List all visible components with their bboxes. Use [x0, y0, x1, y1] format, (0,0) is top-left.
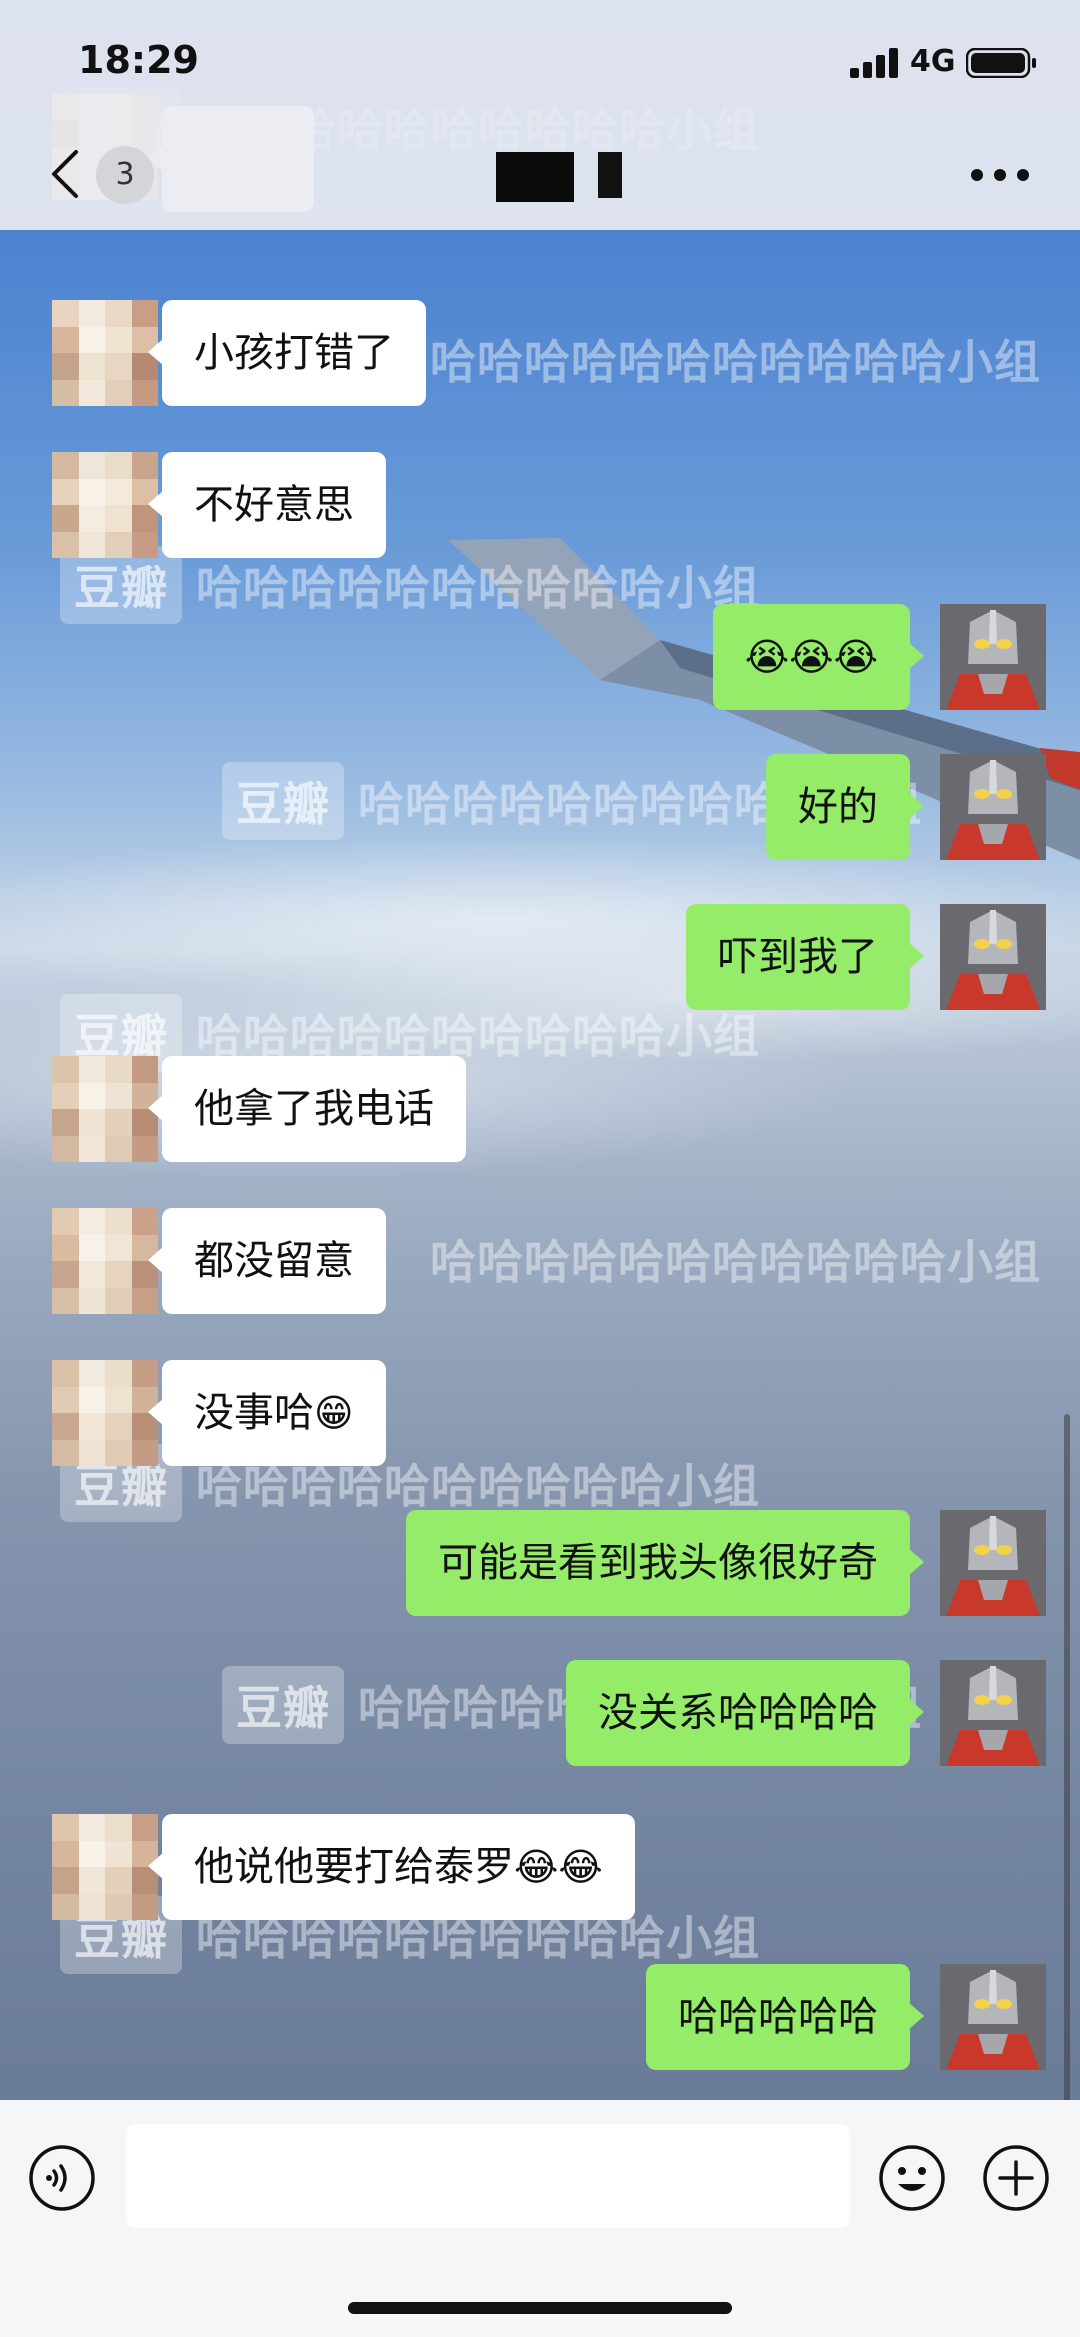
ultraman-avatar-icon — [940, 1660, 1046, 1766]
message-text: 吓到我了 — [718, 934, 878, 980]
message-bubble[interactable]: 没事哈😁 — [148, 1360, 386, 1466]
signal-icon — [850, 48, 898, 78]
contact-avatar[interactable] — [52, 1360, 158, 1466]
message-bubble[interactable]: 不好意思 — [148, 452, 386, 558]
contact-avatar[interactable] — [52, 1208, 158, 1314]
message-text: 小孩打错了 — [194, 330, 394, 376]
message-bubble[interactable]: 吓到我了 — [686, 904, 924, 1010]
my-avatar[interactable] — [940, 604, 1046, 710]
status-bar: 18:29 4G — [0, 0, 1080, 120]
ultraman-avatar-icon — [940, 604, 1046, 710]
message-bubble[interactable]: 他说他要打给泰罗😂😂 — [148, 1814, 635, 1920]
message-text: 他拿了我电话 — [194, 1086, 434, 1132]
message-row: 可能是看到我头像很好奇 — [0, 1510, 1080, 1616]
message-row: 😭😭😭 — [0, 604, 1080, 710]
ultraman-avatar-icon — [940, 1964, 1046, 2070]
my-avatar[interactable] — [940, 904, 1046, 1010]
message-row: 他拿了我电话 — [0, 1056, 1080, 1162]
more-dots-icon[interactable] — [970, 168, 1030, 182]
message-bubble[interactable]: 小孩打错了 — [148, 300, 426, 406]
network-type: 4G — [910, 44, 956, 79]
message-text: 都没留意 — [194, 1238, 354, 1284]
ultraman-avatar-icon — [940, 754, 1046, 860]
my-avatar[interactable] — [940, 1510, 1046, 1616]
message-row: 小孩打错了 — [0, 300, 1080, 406]
message-bubble[interactable]: 😭😭😭 — [712, 604, 925, 710]
chat-title-redacted — [496, 152, 626, 202]
ultraman-avatar-icon — [940, 904, 1046, 1010]
message-row: 他说他要打给泰罗😂😂 — [0, 1814, 1080, 1920]
message-bubble[interactable]: 好的 — [766, 754, 924, 860]
back-arrow-icon[interactable] — [46, 146, 86, 202]
contact-avatar[interactable] — [52, 452, 158, 558]
emoji-icon[interactable] — [878, 2144, 946, 2212]
message-row: 不好意思 — [0, 452, 1080, 558]
message-row: 吓到我了 — [0, 904, 1080, 1010]
plus-icon[interactable] — [982, 2144, 1050, 2212]
message-row: 哈哈哈哈哈 — [0, 1964, 1080, 2070]
ultraman-avatar-icon — [940, 1510, 1046, 1616]
scrollbar[interactable] — [1064, 1414, 1070, 2104]
contact-avatar[interactable] — [52, 300, 158, 406]
voice-icon[interactable] — [28, 2144, 96, 2212]
message-bubble[interactable]: 他拿了我电话 — [148, 1056, 466, 1162]
message-bubble[interactable]: 没关系哈哈哈哈 — [566, 1660, 924, 1766]
unread-count-badge[interactable]: 3 — [96, 146, 154, 204]
message-row: 都没留意 — [0, 1208, 1080, 1314]
message-row: 没事哈😁 — [0, 1360, 1080, 1466]
my-avatar[interactable] — [940, 754, 1046, 860]
message-text: 好的 — [798, 784, 878, 830]
message-text: 没关系哈哈哈哈 — [598, 1690, 878, 1736]
message-text: 没事哈 — [194, 1390, 314, 1436]
contact-avatar[interactable] — [52, 1056, 158, 1162]
message-text: 他说他要打给泰罗 — [194, 1844, 514, 1890]
my-avatar[interactable] — [940, 1964, 1046, 2070]
message-row: 没关系哈哈哈哈 — [0, 1660, 1080, 1766]
battery-icon — [966, 48, 1036, 78]
message-row: 好的 — [0, 754, 1080, 860]
crying-face-emoji: 😭😭😭 — [744, 635, 878, 679]
message-bubble[interactable]: 哈哈哈哈哈 — [646, 1964, 924, 2070]
message-bubble[interactable]: 可能是看到我头像很好奇 — [406, 1510, 924, 1616]
laughing-tears-emoji: 😂😂 — [514, 1845, 603, 1889]
my-avatar[interactable] — [940, 1660, 1046, 1766]
contact-avatar[interactable] — [52, 1814, 158, 1920]
message-text: 哈哈哈哈哈 — [678, 1994, 878, 2040]
home-indicator[interactable] — [348, 2302, 732, 2314]
message-text: 可能是看到我头像很好奇 — [438, 1540, 878, 1586]
status-time: 18:29 — [78, 38, 199, 82]
grinning-face-emoji: 😁 — [314, 1391, 354, 1435]
message-bubble[interactable]: 都没留意 — [148, 1208, 386, 1314]
message-text: 不好意思 — [194, 482, 354, 528]
message-input[interactable] — [126, 2124, 850, 2228]
chat-header: 3 — [0, 120, 1080, 230]
